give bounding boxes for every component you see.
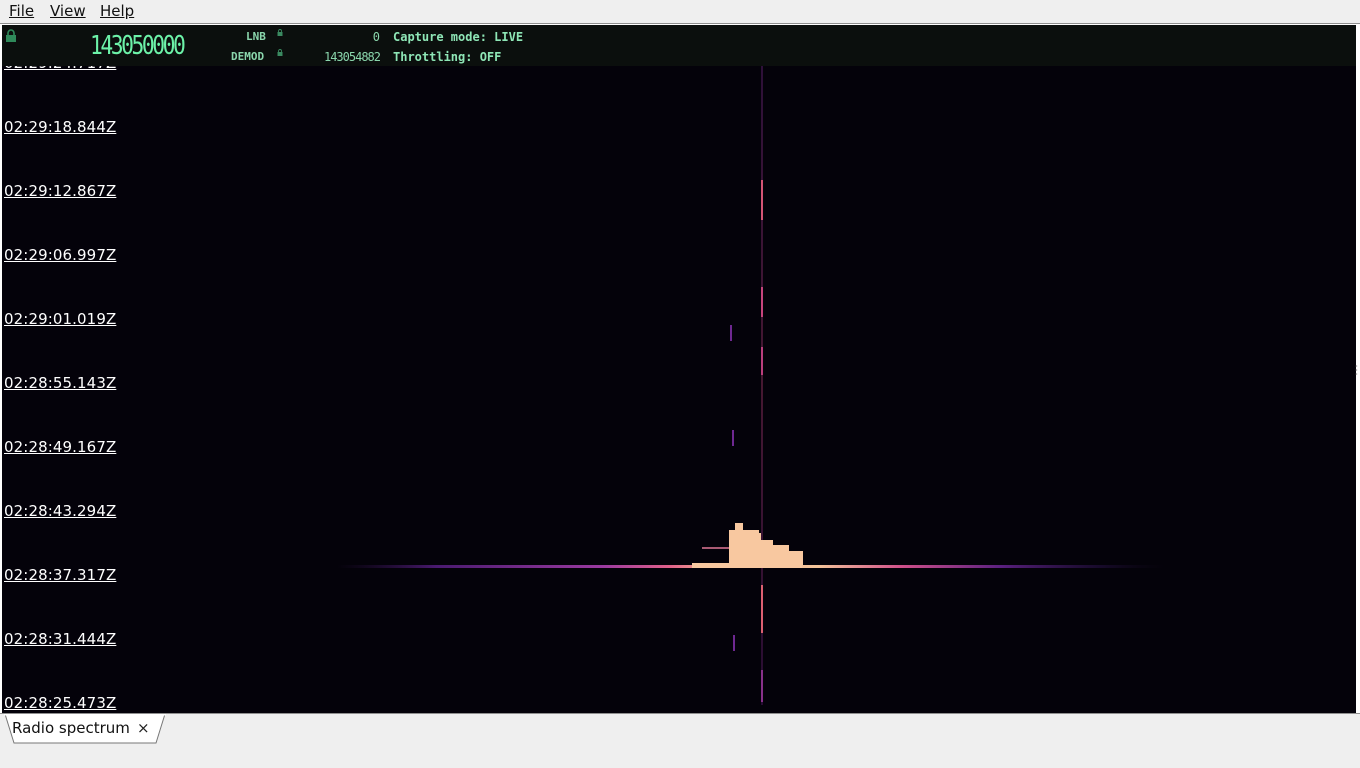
menu-help-label: Help [100, 2, 135, 20]
timestamp-label: 02:28:55.143Z [4, 374, 117, 392]
lock-icon[interactable] [5, 29, 17, 43]
lnb-value[interactable]: 0 [302, 30, 380, 44]
menu-file[interactable]: File [7, 1, 36, 21]
demod-value[interactable]: 143054882 [302, 50, 381, 64]
timestamp-label: 02:29:06.997Z [4, 246, 117, 264]
menu-view-label: View [50, 2, 86, 20]
waterfall-display[interactable]: 02:29:24.717Z 02:29:18.844Z 02:29:12.867… [2, 25, 1356, 713]
demod-label: DEMOD [231, 50, 265, 63]
waterfall-image [337, 65, 1167, 705]
timestamp-label: 02:28:31.444Z [4, 630, 117, 648]
lnb-lock-icon[interactable] [277, 29, 283, 36]
menu-file-label: File [9, 2, 35, 20]
spectrum-view-frame: 02:29:24.717Z 02:29:18.844Z 02:29:12.867… [0, 23, 1360, 714]
timestamp-label: 02:28:25.473Z [4, 694, 117, 712]
menu-bar: File View Help [0, 0, 1360, 22]
tab-label: Radio spectrum [12, 719, 130, 737]
capture-mode-status: Capture mode: LIVE [393, 30, 524, 44]
timestamp-label: 02:29:12.867Z [4, 182, 117, 200]
throttling-status: Throttling: OFF [393, 50, 502, 64]
timestamp-label: 02:29:01.019Z [4, 310, 117, 328]
close-icon[interactable]: × [137, 719, 150, 737]
tab-bar: Radio spectrum × [0, 714, 1360, 768]
timestamp-label: 02:29:18.844Z [4, 118, 117, 136]
timestamp-label: 02:28:37.317Z [4, 566, 117, 584]
menu-help[interactable]: Help [98, 1, 136, 21]
tab-radio-spectrum[interactable]: Radio spectrum × [4, 714, 166, 744]
demod-lock-icon[interactable] [277, 49, 283, 56]
timestamp-label: 02:28:49.167Z [4, 438, 117, 456]
lnb-label: LNB [246, 30, 266, 43]
timestamp-label: 02:28:43.294Z [4, 502, 117, 520]
menu-view[interactable]: View [48, 1, 88, 21]
splitter-handle[interactable] [1355, 364, 1358, 376]
timestamp-column: 02:29:24.717Z 02:29:18.844Z 02:29:12.867… [2, 25, 132, 713]
frequency-overlay: 143050000 LNB 0 DEMOD 143054882 Capture … [2, 25, 1356, 66]
frequency-display[interactable]: 143050000 [90, 31, 186, 61]
